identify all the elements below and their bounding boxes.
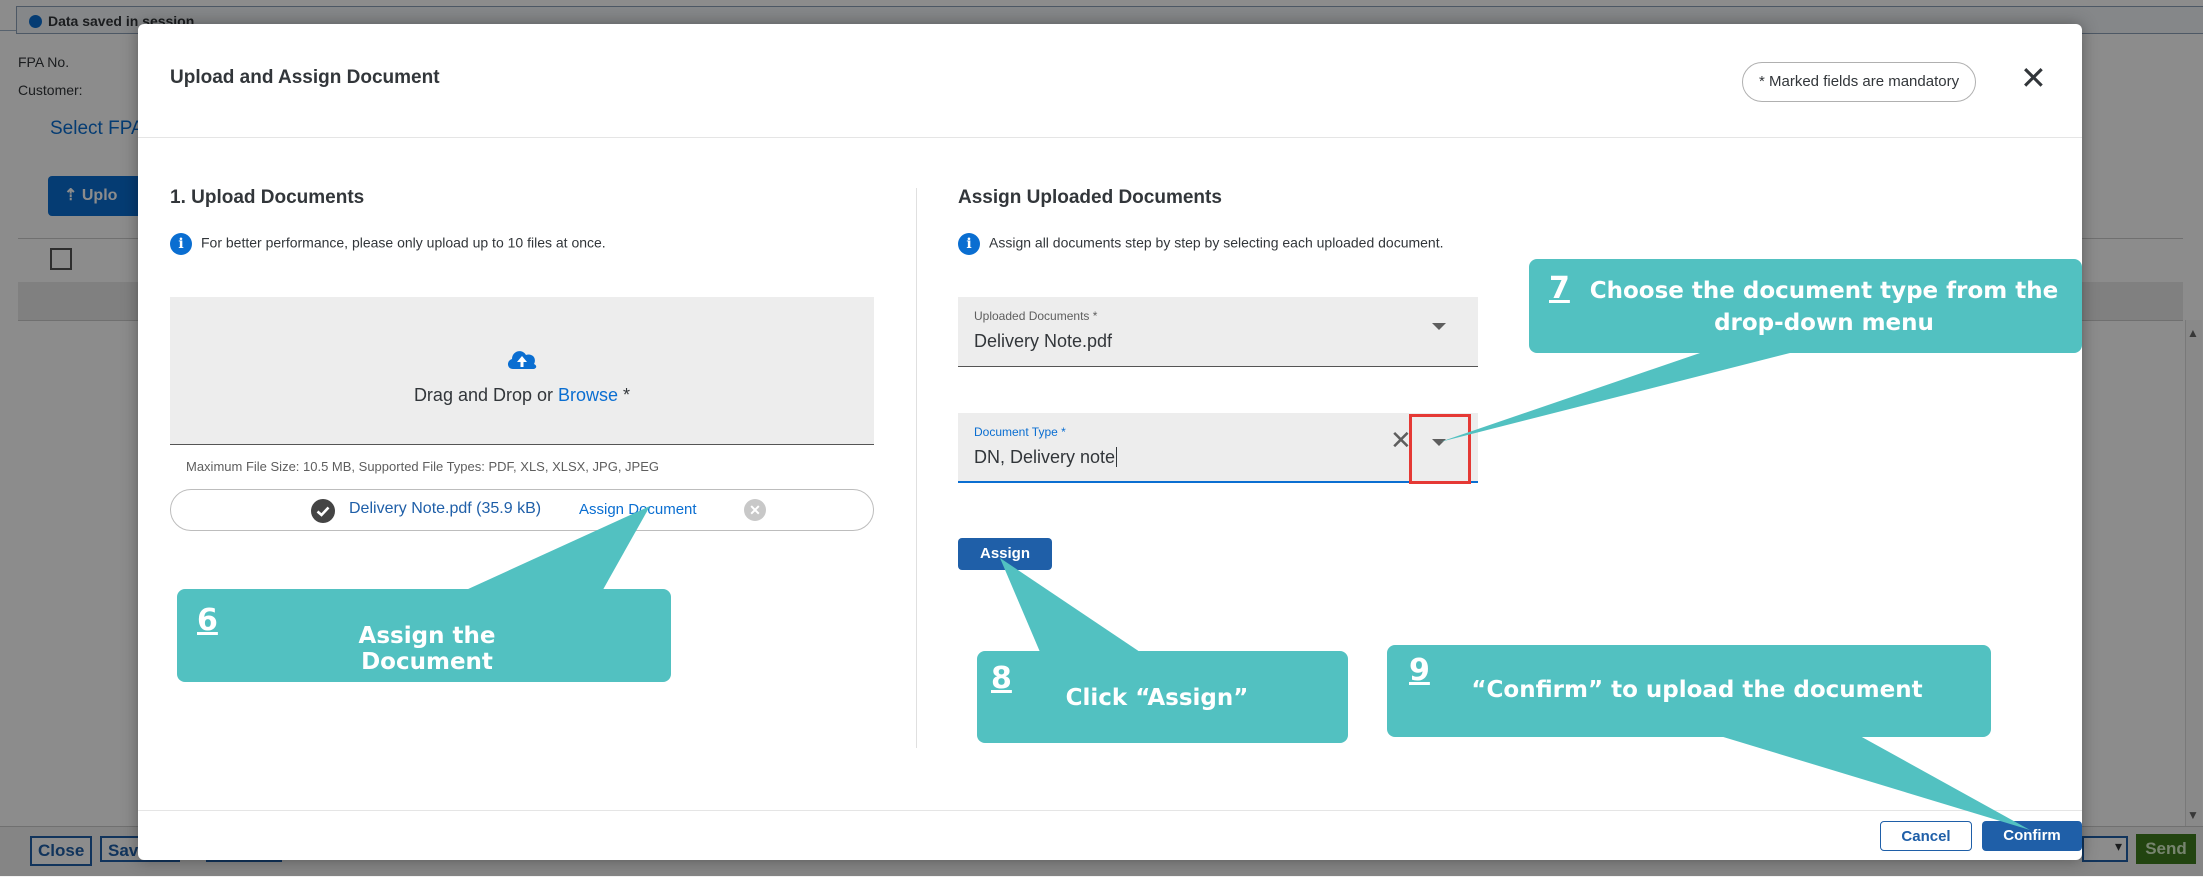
assign-document-link[interactable]: Assign Document — [579, 501, 697, 518]
callout-number: 7 — [1549, 271, 1570, 306]
callout-step-8: 8 Click “Assign” — [977, 651, 1348, 743]
drop-zone-text: Drag and Drop or Browse * — [413, 385, 631, 405]
chevron-down-icon[interactable] — [1432, 323, 1446, 330]
callout-step-7: 7 Choose the document type from the drop… — [1529, 259, 2082, 353]
dialog-footer — [138, 810, 2082, 861]
dropdown-highlight — [1409, 414, 1471, 484]
assign-info: i Assign all documents step by step by se… — [958, 233, 1444, 255]
callout-text: Choose the document type from the drop-d… — [1589, 278, 2059, 336]
file-name: Delivery Note.pdf (35.9 kB) — [349, 500, 542, 517]
uploaded-documents-value: Delivery Note.pdf — [974, 331, 1113, 351]
uploaded-documents-label: Uploaded Documents * — [974, 309, 1098, 323]
cancel-button[interactable]: Cancel — [1880, 821, 1972, 851]
callout-number: 6 — [197, 603, 218, 638]
callout-step-6: 6 Assign the Document — [177, 589, 671, 682]
mandatory-note: * Marked fields are mandatory — [1742, 62, 1977, 102]
remove-file-icon[interactable]: ✕ — [744, 499, 766, 521]
document-type-value: DN, Delivery note — [974, 447, 1118, 467]
check-icon — [311, 499, 335, 523]
dialog-title: Upload and Assign Document — [170, 67, 440, 88]
callout-text: Assign the Document — [358, 623, 496, 675]
file-size-hint: Maximum File Size: 10.5 MB, Supported Fi… — [186, 459, 659, 474]
callout-text: “Confirm” to upload the document — [1471, 677, 1923, 703]
document-type-label: Document Type * — [974, 425, 1066, 439]
document-type-select[interactable]: Document Type * DN, Delivery note ✕ — [958, 413, 1478, 483]
callout-number: 9 — [1409, 653, 1430, 688]
assign-button[interactable]: Assign — [958, 538, 1052, 570]
column-divider — [916, 188, 917, 748]
confirm-button[interactable]: Confirm — [1982, 821, 2082, 851]
browse-link[interactable]: Browse — [558, 385, 618, 405]
uploaded-file-item: Delivery Note.pdf (35.9 kB) Assign Docum… — [170, 489, 874, 531]
upload-section-title: 1. Upload Documents — [170, 187, 365, 208]
dialog-header: Upload and Assign Document * Marked fiel… — [138, 24, 2082, 138]
cloud-upload-icon — [507, 351, 537, 369]
uploaded-documents-select[interactable]: Uploaded Documents * Delivery Note.pdf — [958, 297, 1478, 367]
callout-step-9: 9 “Confirm” to upload the document — [1387, 645, 1991, 737]
close-icon[interactable]: ✕ — [2020, 60, 2047, 96]
info-icon: i — [170, 233, 192, 255]
callout-number: 8 — [991, 661, 1012, 696]
assign-section-title: Assign Uploaded Documents — [958, 187, 1222, 208]
info-icon: i — [958, 233, 980, 255]
callout-text: Click “Assign” — [1065, 685, 1249, 711]
upload-info: i For better performance, please only upl… — [170, 233, 606, 255]
drop-zone[interactable]: Drag and Drop or Browse * — [170, 297, 874, 445]
